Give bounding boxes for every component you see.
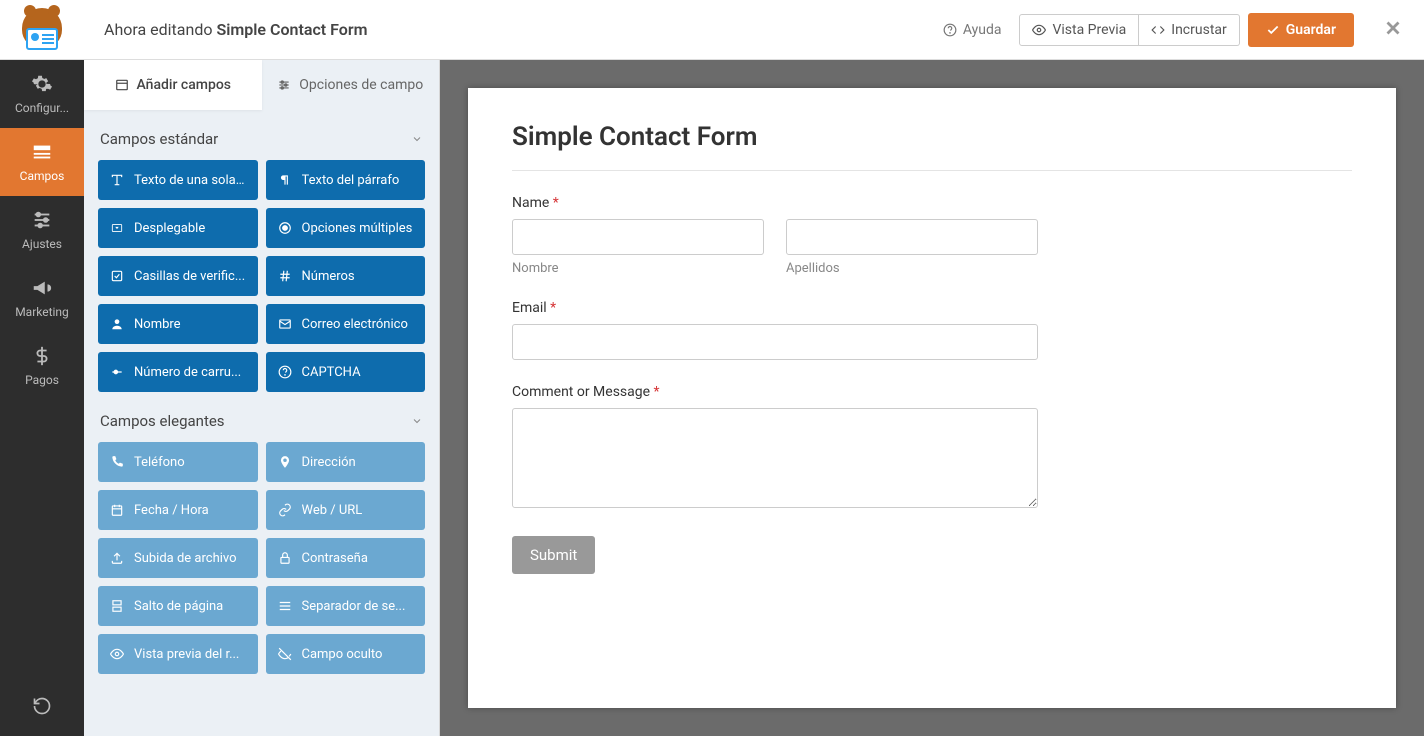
- section-standard[interactable]: Campos estándar: [98, 110, 425, 160]
- nav-payments[interactable]: Pagos: [0, 332, 84, 400]
- mail-icon: [278, 317, 292, 331]
- email-label: Email *: [512, 300, 1352, 316]
- sliders-icon: [31, 209, 53, 231]
- field-upload[interactable]: Subida de archivo: [98, 538, 258, 578]
- field-entry-preview[interactable]: Vista previa del r...: [98, 634, 258, 674]
- fields-panel: Añadir campos Opciones de campo Campos e…: [84, 60, 440, 736]
- field-multiple-choice[interactable]: Opciones múltiples: [266, 208, 426, 248]
- link-icon: [278, 503, 292, 517]
- history-icon: [32, 696, 52, 716]
- first-name-input[interactable]: [512, 219, 764, 255]
- field-paragraph[interactable]: Texto del párrafo: [266, 160, 426, 200]
- field-name-row: Name * Nombre Apellidos: [512, 195, 1352, 276]
- field-message-row: Comment or Message *: [512, 384, 1352, 512]
- field-name[interactable]: Nombre: [98, 304, 258, 344]
- slider-icon: [110, 365, 124, 379]
- tab-field-options[interactable]: Opciones de campo: [262, 60, 440, 110]
- message-input[interactable]: [512, 408, 1038, 508]
- form-title: Simple Contact Form: [512, 122, 1352, 171]
- layout-icon: [31, 141, 53, 163]
- field-checkboxes[interactable]: Casillas de verific...: [98, 256, 258, 296]
- field-password[interactable]: Contraseña: [266, 538, 426, 578]
- separator-icon: [278, 599, 292, 613]
- last-name-sublabel: Apellidos: [786, 261, 1038, 276]
- field-phone[interactable]: Teléfono: [98, 442, 258, 482]
- section-fancy[interactable]: Campos elegantes: [98, 392, 425, 442]
- caret-down-icon: [110, 221, 124, 235]
- text-icon: [110, 173, 124, 187]
- form-preview[interactable]: Simple Contact Form Name * Nombre Apelli…: [468, 88, 1396, 708]
- checkbox-icon: [110, 269, 124, 283]
- close-icon: [1382, 17, 1404, 39]
- field-datetime[interactable]: Fecha / Hora: [98, 490, 258, 530]
- gear-icon: [31, 73, 53, 95]
- field-captcha[interactable]: CAPTCHA: [266, 352, 426, 392]
- eye-icon: [1032, 23, 1046, 37]
- paragraph-icon: [278, 173, 292, 187]
- megaphone-icon: [31, 277, 53, 299]
- page-title: Ahora editando Simple Contact Form: [104, 20, 367, 39]
- pin-icon: [278, 455, 292, 469]
- nav-revisions[interactable]: [0, 676, 84, 736]
- code-icon: [1151, 23, 1165, 37]
- eye-icon: [110, 647, 124, 661]
- embed-button[interactable]: Incrustar: [1139, 14, 1240, 46]
- chevron-down-icon: [411, 415, 423, 427]
- help-icon: [943, 23, 957, 37]
- radio-icon: [278, 221, 292, 235]
- field-section[interactable]: Separador de se...: [266, 586, 426, 626]
- field-email[interactable]: Correo electrónico: [266, 304, 426, 344]
- eye-off-icon: [278, 647, 292, 661]
- question-icon: [278, 365, 292, 379]
- dollar-icon: [31, 345, 53, 367]
- close-button[interactable]: [1382, 17, 1404, 43]
- nav-marketing[interactable]: Marketing: [0, 264, 84, 332]
- field-dropdown[interactable]: Desplegable: [98, 208, 258, 248]
- field-pagebreak[interactable]: Salto de página: [98, 586, 258, 626]
- phone-icon: [110, 455, 124, 469]
- chevron-down-icon: [411, 133, 423, 145]
- field-url[interactable]: Web / URL: [266, 490, 426, 530]
- check-icon: [1266, 23, 1280, 37]
- preview-button[interactable]: Vista Previa: [1019, 14, 1139, 46]
- field-number-slider[interactable]: Número de carru...: [98, 352, 258, 392]
- nav-setup[interactable]: Configur...: [0, 60, 84, 128]
- save-button[interactable]: Guardar: [1248, 13, 1354, 47]
- tab-add-fields[interactable]: Añadir campos: [84, 60, 262, 110]
- field-numbers[interactable]: Números: [266, 256, 426, 296]
- field-address[interactable]: Dirección: [266, 442, 426, 482]
- left-nav: Configur... Campos Ajustes Marketing Pag…: [0, 60, 84, 736]
- logo: [0, 0, 84, 59]
- name-label: Name *: [512, 195, 1352, 211]
- help-button[interactable]: Ayuda: [933, 14, 1012, 46]
- email-input[interactable]: [512, 324, 1038, 360]
- sliders-icon: [277, 78, 291, 92]
- pagebreak-icon: [110, 599, 124, 613]
- nav-settings[interactable]: Ajustes: [0, 196, 84, 264]
- first-name-sublabel: Nombre: [512, 261, 764, 276]
- field-email-row: Email *: [512, 300, 1352, 360]
- message-label: Comment or Message *: [512, 384, 1352, 400]
- preview-area: Simple Contact Form Name * Nombre Apelli…: [440, 60, 1424, 736]
- calendar-icon: [110, 503, 124, 517]
- upload-icon: [110, 551, 124, 565]
- field-single-line[interactable]: Texto de una sola...: [98, 160, 258, 200]
- submit-button[interactable]: Submit: [512, 536, 595, 574]
- hash-icon: [278, 269, 292, 283]
- user-icon: [110, 317, 124, 331]
- window-icon: [115, 78, 129, 92]
- lock-icon: [278, 551, 292, 565]
- topbar: Ahora editando Simple Contact Form Ayuda…: [0, 0, 1424, 60]
- nav-fields[interactable]: Campos: [0, 128, 84, 196]
- field-hidden[interactable]: Campo oculto: [266, 634, 426, 674]
- last-name-input[interactable]: [786, 219, 1038, 255]
